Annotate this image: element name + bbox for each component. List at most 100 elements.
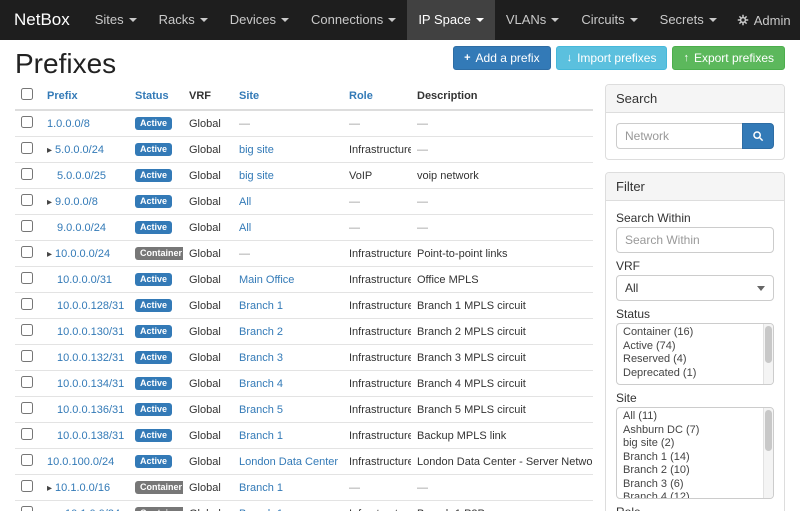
site-link[interactable]: Branch 3	[239, 352, 283, 364]
status-scrollbar[interactable]	[763, 324, 773, 384]
status-option[interactable]: Deprecated (1)	[617, 367, 761, 381]
row-checkbox[interactable]	[21, 376, 33, 388]
row-checkbox[interactable]	[21, 298, 33, 310]
site-link[interactable]: Branch 1	[239, 482, 283, 494]
vrf-value: Global	[189, 508, 221, 511]
site-link[interactable]: All	[239, 196, 251, 208]
column-header-prefix[interactable]: Prefix	[47, 90, 78, 102]
site-link[interactable]: Branch 1	[239, 508, 283, 511]
site-link[interactable]: Main Office	[239, 274, 294, 286]
row-checkbox[interactable]	[21, 220, 33, 232]
site-link[interactable]: Branch 5	[239, 404, 283, 416]
site-link[interactable]: big site	[239, 170, 274, 182]
search-within-input[interactable]	[616, 227, 774, 253]
search-button[interactable]	[742, 123, 774, 149]
site-link[interactable]: Branch 4	[239, 378, 283, 390]
site-scrollbar[interactable]	[763, 408, 773, 498]
status-badge: Active	[135, 455, 172, 469]
nav-menu-item[interactable]: Connections	[300, 0, 407, 40]
row-checkbox[interactable]	[21, 116, 33, 128]
column-header-status[interactable]: Status	[135, 90, 169, 102]
row-checkbox[interactable]	[21, 506, 33, 511]
prefix-link[interactable]: 10.1.0.0/16	[55, 482, 110, 494]
prefix-link[interactable]: 10.0.0.138/31	[57, 430, 124, 442]
nav-menu-item[interactable]: Racks	[148, 0, 219, 40]
app-brand[interactable]: NetBox	[0, 0, 84, 40]
prefix-link[interactable]: 5.0.0.0/24	[55, 144, 104, 156]
nav-menu-item[interactable]: Circuits	[570, 0, 648, 40]
vrf-value: Global	[189, 248, 221, 260]
nav-menu-item[interactable]: VLANs	[495, 0, 570, 40]
site-link[interactable]: London Data Center	[239, 456, 338, 468]
site-option[interactable]: All (11)	[617, 410, 761, 424]
nav-menu-item[interactable]: Devices	[219, 0, 300, 40]
prefix-row: ▸10.0.0.128/31ActiveGlobalBranch 1Infras…	[15, 293, 593, 319]
site-option[interactable]: Branch 2 (10)	[617, 464, 761, 478]
page-header: Prefixes +Add a prefix ↓Import prefixes …	[15, 40, 785, 82]
role-value: —	[349, 118, 360, 130]
site-link[interactable]: —	[239, 118, 250, 130]
add-prefix-button[interactable]: +Add a prefix	[453, 46, 550, 70]
expand-caret-icon: ▸	[47, 145, 52, 156]
site-link[interactable]: All	[239, 222, 251, 234]
prefix-link[interactable]: 10.0.0.0/31	[57, 274, 112, 286]
site-option[interactable]: Branch 1 (14)	[617, 451, 761, 465]
prefix-row: ▸10.0.0.0/24ContainerGlobal—Infrastructu…	[15, 241, 593, 267]
row-checkbox[interactable]	[21, 428, 33, 440]
site-option[interactable]: big site (2)	[617, 437, 761, 451]
site-link[interactable]: Branch 1	[239, 300, 283, 312]
row-checkbox[interactable]	[21, 246, 33, 258]
site-filter-listbox[interactable]: All (11)Ashburn DC (7)big site (2)Branch…	[616, 407, 774, 499]
site-option[interactable]: Branch 4 (12)	[617, 491, 761, 499]
prefix-link[interactable]: 10.0.100.0/24	[47, 456, 114, 468]
site-option[interactable]: Branch 3 (6)	[617, 478, 761, 492]
description-value: —	[417, 482, 428, 494]
prefix-link[interactable]: 5.0.0.0/25	[57, 170, 106, 182]
vrf-select[interactable]: All	[616, 275, 774, 301]
nav-menu-item[interactable]: IP Space	[407, 0, 495, 40]
scrollbar-thumb[interactable]	[765, 410, 772, 451]
prefix-link[interactable]: 10.0.0.0/24	[55, 248, 110, 260]
select-all-checkbox[interactable]	[21, 88, 33, 100]
page-container: Prefixes +Add a prefix ↓Import prefixes …	[0, 40, 800, 511]
site-option[interactable]: Ashburn DC (7)	[617, 424, 761, 438]
status-option[interactable]: Reserved (4)	[617, 353, 761, 367]
row-checkbox[interactable]	[21, 402, 33, 414]
row-checkbox[interactable]	[21, 142, 33, 154]
row-checkbox[interactable]	[21, 454, 33, 466]
status-option[interactable]: Container (16)	[617, 326, 761, 340]
import-prefixes-button[interactable]: ↓Import prefixes	[556, 46, 668, 70]
prefix-link[interactable]: 10.0.0.134/31	[57, 378, 124, 390]
scrollbar-thumb[interactable]	[765, 326, 772, 363]
prefix-link[interactable]: 10.0.0.130/31	[57, 326, 124, 338]
prefix-link[interactable]: 10.0.0.128/31	[57, 300, 124, 312]
prefix-link[interactable]: 10.0.0.132/31	[57, 352, 124, 364]
site-link[interactable]: big site	[239, 144, 274, 156]
page-actions: +Add a prefix ↓Import prefixes ↑Export p…	[453, 46, 785, 70]
prefix-link[interactable]: 9.0.0.0/24	[57, 222, 106, 234]
column-header-role[interactable]: Role	[349, 90, 373, 102]
search-input[interactable]	[616, 123, 742, 149]
nav-menu-item[interactable]: Sites	[84, 0, 148, 40]
row-checkbox[interactable]	[21, 194, 33, 206]
row-checkbox[interactable]	[21, 480, 33, 492]
prefix-link[interactable]: 9.0.0.0/8	[55, 196, 98, 208]
prefix-row: ▸10.0.0.132/31ActiveGlobalBranch 3Infras…	[15, 345, 593, 371]
site-link[interactable]: Branch 2	[239, 326, 283, 338]
nav-menu-item[interactable]: Secrets	[649, 0, 728, 40]
prefix-link[interactable]: 1.0.0.0/8	[47, 118, 90, 130]
site-link[interactable]: —	[239, 248, 250, 260]
prefix-link[interactable]: 10.1.0.0/24	[65, 508, 120, 511]
export-prefixes-button[interactable]: ↑Export prefixes	[672, 46, 785, 70]
row-checkbox[interactable]	[21, 272, 33, 284]
row-checkbox[interactable]	[21, 168, 33, 180]
row-checkbox[interactable]	[21, 350, 33, 362]
status-filter-listbox[interactable]: Container (16)Active (74)Reserved (4)Dep…	[616, 323, 774, 385]
status-option[interactable]: Active (74)	[617, 340, 761, 354]
prefix-link[interactable]: 10.0.0.136/31	[57, 404, 124, 416]
admin-link[interactable]: Admin	[728, 0, 800, 40]
row-checkbox[interactable]	[21, 324, 33, 336]
column-header-site[interactable]: Site	[239, 90, 259, 102]
site-link[interactable]: Branch 1	[239, 430, 283, 442]
description-value: Backup MPLS link	[417, 430, 506, 442]
